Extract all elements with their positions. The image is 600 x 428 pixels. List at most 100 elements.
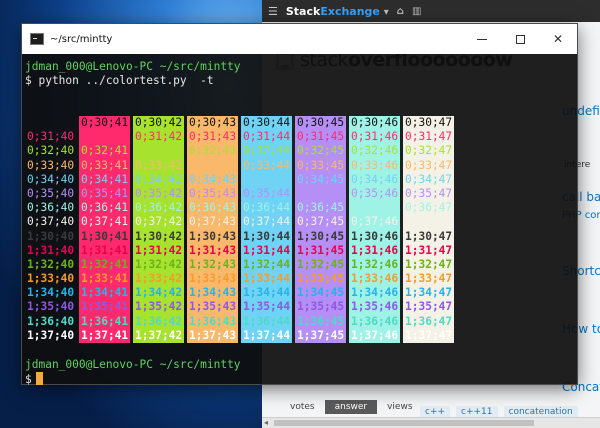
minimize-button[interactable] (463, 24, 501, 54)
color-cell: 1;31;42 (133, 243, 184, 258)
site-name-b: Exchange (320, 4, 380, 18)
color-cell: 1;37;45 (295, 328, 346, 343)
command-line: $ python ../colortest.py -t (25, 74, 214, 88)
color-cell: 1;32;45 (295, 257, 346, 273)
menu-icon[interactable]: ☰ (268, 5, 278, 18)
color-cell: 0;33;42 (133, 158, 184, 173)
color-cell: 1;35;46 (349, 300, 400, 315)
achievements-icon[interactable]: ▥ (412, 6, 421, 17)
terminal-output[interactable]: jdman_000@Lenovo-PC ~/src/mintty $ pytho… (25, 60, 577, 386)
color-cell: 1;31;44 (241, 243, 292, 258)
site-name-a: Stack (285, 4, 321, 18)
color-cell: 0;35;44 (241, 186, 292, 202)
color-cell: 1;32;46 (349, 257, 400, 273)
terminal-app-icon[interactable] (30, 33, 44, 45)
color-cell: 0;37;46 (349, 215, 400, 230)
color-cell: 1;37;41 (79, 328, 130, 343)
color-cell: 1;32;44 (241, 257, 292, 273)
color-cell: 0;30;42 (133, 116, 184, 131)
color-cell: 1;30;44 (241, 229, 292, 244)
color-cell: 0;37;44 (241, 215, 292, 230)
color-cell: 0;32;46 (349, 144, 400, 159)
color-cell: 0;36;41 (79, 201, 130, 216)
color-cell: 1;33;47 (403, 272, 454, 287)
terminal-titlebar[interactable]: ~/src/mintty ✕ (22, 24, 577, 54)
terminal-window[interactable]: ~/src/mintty ✕ jdman_000@Lenovo-PC ~/src… (22, 24, 577, 386)
color-cell: 0;35;43 (187, 186, 238, 202)
color-cell: 1;36;44 (241, 314, 292, 329)
inbox-icon[interactable]: ⌂ (397, 6, 404, 17)
color-cell: 0;30;45 (295, 116, 346, 131)
color-cell: 1;30;41 (79, 229, 130, 244)
color-cell: 0;36;46 (349, 201, 400, 216)
color-cell: 0;34;47 (403, 172, 454, 187)
input-line[interactable]: $ (25, 372, 241, 386)
scrollbar-thumb[interactable] (274, 420, 534, 426)
prompt-line-2: jdman_000@Lenovo-PC ~/src/mintty (25, 358, 241, 371)
maximize-button[interactable] (501, 24, 539, 54)
color-cell: 1;30;40 (27, 229, 75, 243)
color-cell: 0;33;40 (27, 158, 75, 172)
color-cell: 1;31;41 (79, 243, 130, 258)
color-cell: 1;37;44 (241, 328, 292, 343)
color-cell: 0;33;41 (79, 158, 130, 173)
color-cell: 0;32;45 (295, 144, 346, 159)
color-cell: 1;36;46 (349, 314, 400, 329)
answer-tab[interactable]: answer (324, 400, 378, 414)
scroll-left-icon[interactable]: ◂ (264, 418, 268, 427)
color-cell: 1;32;43 (187, 257, 238, 273)
views-tab[interactable]: views (377, 400, 422, 414)
color-cell: 1;30;42 (133, 229, 184, 244)
color-cell: 1;32;47 (403, 257, 454, 273)
color-cell: 0;30;44 (241, 116, 292, 131)
color-cell: 1;36;42 (133, 314, 184, 329)
color-cell: 0;33;46 (349, 158, 400, 173)
color-cell: 1;34;40 (27, 286, 75, 300)
color-cell: 0;34;40 (27, 172, 75, 186)
color-cell: 1;30;43 (187, 229, 238, 244)
color-cell: 0;36;45 (295, 201, 346, 216)
color-cell: 0;32;41 (79, 144, 130, 159)
color-cell: 1;34;44 (241, 286, 292, 301)
color-cell: 0;30;41 (79, 116, 130, 131)
maximize-icon (515, 34, 525, 44)
color-cell: 0;36;44 (241, 201, 292, 216)
color-cell: 1;33;45 (295, 272, 346, 287)
color-cell: 1;33;46 (349, 272, 400, 287)
color-cell: 1;31;45 (295, 243, 346, 258)
close-button[interactable]: ✕ (539, 24, 577, 54)
color-cell: 1;30;45 (295, 229, 346, 244)
color-cell: 1;34;43 (187, 286, 238, 301)
color-cell: 1;31;43 (187, 243, 238, 258)
window-controls: ✕ (463, 24, 577, 54)
color-cell: 0;31;46 (349, 130, 400, 145)
color-cell: 0;33;44 (241, 158, 292, 173)
color-cell: 1;36;43 (187, 314, 238, 329)
color-cell: 1;35;44 (241, 300, 292, 315)
color-cell: 0;35;42 (133, 186, 184, 202)
horizontal-scrollbar[interactable]: ◂ (262, 417, 600, 428)
color-cell: 0;37;42 (133, 215, 184, 230)
color-cell: 1;33;44 (241, 272, 292, 287)
color-cell: 0;33;43 (187, 158, 238, 173)
color-cell: 1;31;46 (349, 243, 400, 258)
votes-tab[interactable]: votes (280, 400, 325, 414)
color-cell: 1;36;40 (27, 314, 75, 328)
color-cell: 0;34;46 (349, 172, 400, 187)
color-cell: 0;34;42 (133, 172, 184, 187)
color-cell: 0;37;45 (295, 215, 346, 230)
stackexchange-logo[interactable]: StackExchange ▾ (286, 5, 389, 18)
color-cell: 1;31;47 (403, 243, 454, 258)
color-cell: 0;36;40 (27, 201, 75, 215)
color-cell: 1;35;40 (27, 300, 75, 314)
color-cell: 1;30;47 (403, 229, 454, 244)
prompt-line: jdman_000@Lenovo-PC ~/src/mintty (25, 60, 241, 73)
color-cell: 0;31;45 (295, 130, 346, 145)
color-cell: 1;32;41 (79, 257, 130, 273)
color-cell: 1;33;43 (187, 272, 238, 287)
color-cell: 1;35;43 (187, 300, 238, 315)
stackexchange-topbar: ☰ StackExchange ▾ ⌂ ▥ (262, 0, 600, 22)
color-cell: 0;32;44 (241, 144, 292, 159)
color-cell: 0;32;40 (27, 144, 75, 158)
color-cell: 0;32;47 (403, 144, 454, 159)
